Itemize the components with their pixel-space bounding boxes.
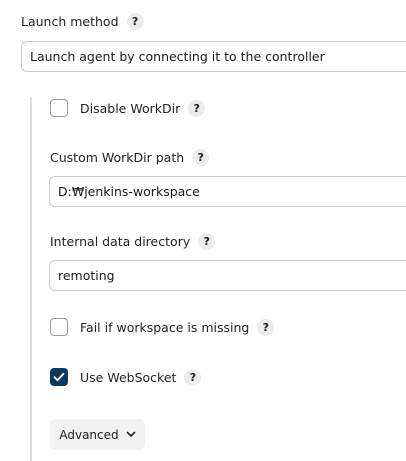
- use-websocket-row: Use WebSocket ?: [50, 368, 202, 386]
- launch-method-label-row: Launch method ?: [21, 13, 144, 30]
- launch-method-help-icon[interactable]: ?: [126, 13, 144, 30]
- chevron-down-icon: [126, 431, 135, 437]
- fail-if-missing-row: Fail if workspace is missing ?: [50, 318, 275, 336]
- use-websocket-label[interactable]: Use WebSocket: [80, 370, 176, 385]
- fail-if-missing-checkbox[interactable]: [50, 318, 68, 336]
- custom-workdir-value: D:₩jenkins-workspace: [58, 184, 200, 199]
- launch-method-label: Launch method: [21, 14, 119, 29]
- custom-workdir-label-row: Custom WorkDir path ?: [50, 149, 210, 166]
- internal-data-dir-help-icon[interactable]: ?: [198, 233, 216, 250]
- internal-data-dir-label: Internal data directory: [50, 234, 191, 249]
- nested-section-divider: [30, 97, 32, 461]
- disable-workdir-help-icon[interactable]: ?: [188, 99, 206, 117]
- custom-workdir-input[interactable]: D:₩jenkins-workspace: [49, 176, 406, 207]
- fail-if-missing-help-icon[interactable]: ?: [257, 318, 275, 336]
- use-websocket-help-icon[interactable]: ?: [184, 368, 202, 386]
- internal-data-dir-label-row: Internal data directory ?: [50, 233, 216, 250]
- advanced-button-label: Advanced: [59, 427, 119, 442]
- launch-method-value: Launch agent by connecting it to the con…: [30, 49, 325, 64]
- custom-workdir-label: Custom WorkDir path: [50, 150, 185, 165]
- use-websocket-checkbox[interactable]: [50, 368, 68, 386]
- internal-data-dir-value: remoting: [58, 268, 115, 283]
- launch-method-select[interactable]: Launch agent by connecting it to the con…: [21, 41, 406, 72]
- disable-workdir-label[interactable]: Disable WorkDir: [80, 101, 180, 116]
- checkmark-icon: [53, 372, 65, 382]
- custom-workdir-help-icon[interactable]: ?: [192, 149, 210, 166]
- disable-workdir-row: Disable WorkDir ?: [50, 99, 206, 117]
- fail-if-missing-label[interactable]: Fail if workspace is missing: [80, 320, 249, 335]
- disable-workdir-checkbox[interactable]: [50, 99, 68, 117]
- advanced-button[interactable]: Advanced: [50, 419, 145, 450]
- internal-data-dir-input[interactable]: remoting: [49, 260, 406, 291]
